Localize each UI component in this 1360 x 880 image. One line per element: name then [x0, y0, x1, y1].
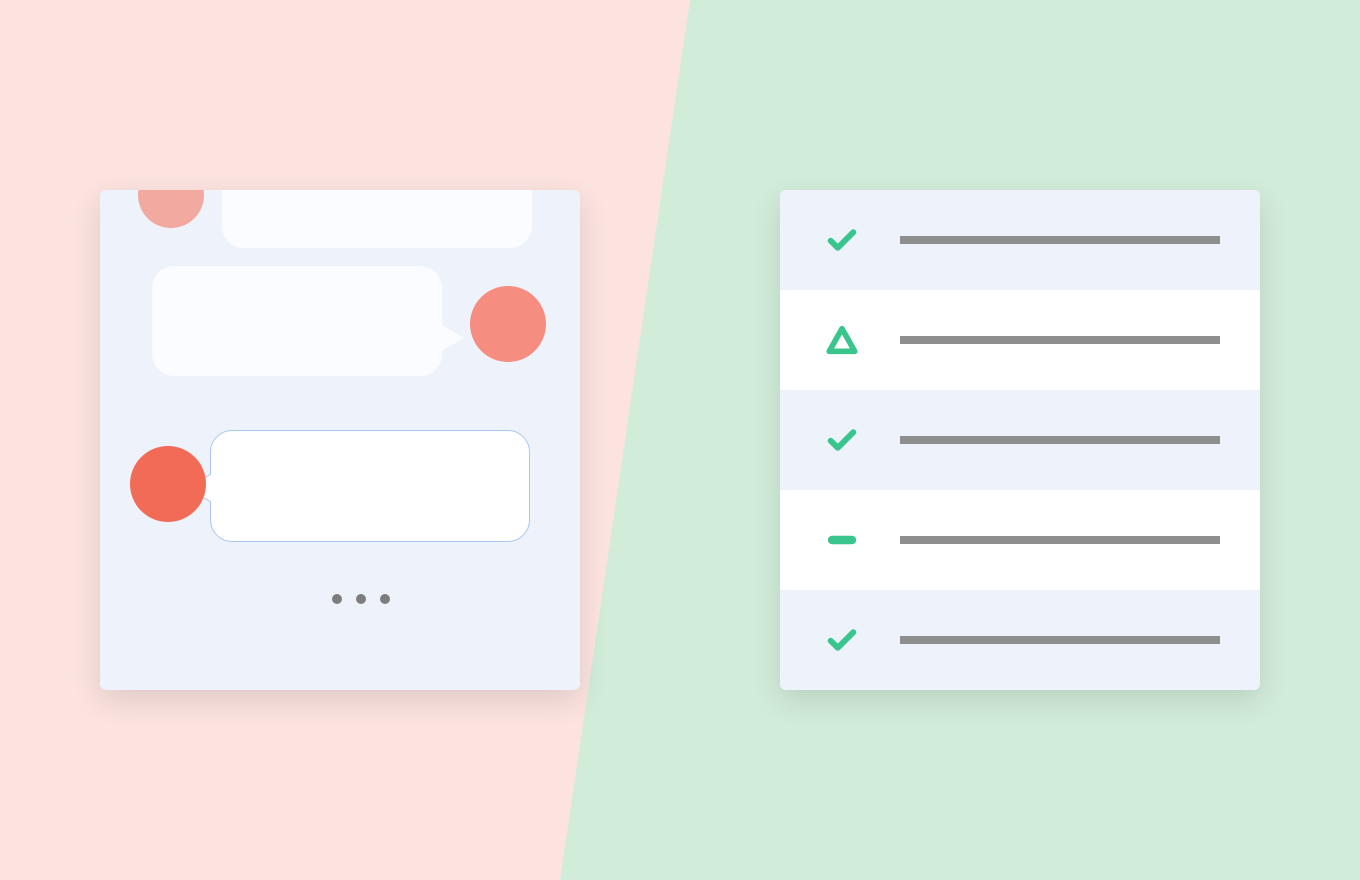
text-placeholder-line [900, 336, 1220, 344]
avatar-icon [130, 446, 206, 522]
status-list-row [780, 590, 1260, 690]
chat-bubble-active [210, 430, 530, 542]
status-list-row [780, 490, 1260, 590]
status-list-row [780, 190, 1260, 290]
avatar-icon [138, 190, 204, 228]
check-icon [820, 222, 864, 258]
triangle-icon [820, 322, 864, 358]
check-icon [820, 622, 864, 658]
status-list-row [780, 290, 1260, 390]
text-placeholder-line [900, 236, 1220, 244]
avatar-icon [470, 286, 546, 362]
status-list-card [780, 190, 1260, 690]
chat-bubble [222, 190, 532, 248]
typing-dot-icon [332, 594, 342, 604]
text-placeholder-line [900, 636, 1220, 644]
minus-icon [820, 522, 864, 558]
text-placeholder-line [900, 436, 1220, 444]
text-placeholder-line [900, 536, 1220, 544]
typing-indicator [332, 594, 390, 604]
chat-bubble [152, 266, 442, 376]
bubble-tail-icon [440, 324, 464, 352]
typing-dot-icon [380, 594, 390, 604]
status-list-row [780, 390, 1260, 490]
chat-card [100, 190, 580, 690]
typing-dot-icon [356, 594, 366, 604]
check-icon [820, 422, 864, 458]
